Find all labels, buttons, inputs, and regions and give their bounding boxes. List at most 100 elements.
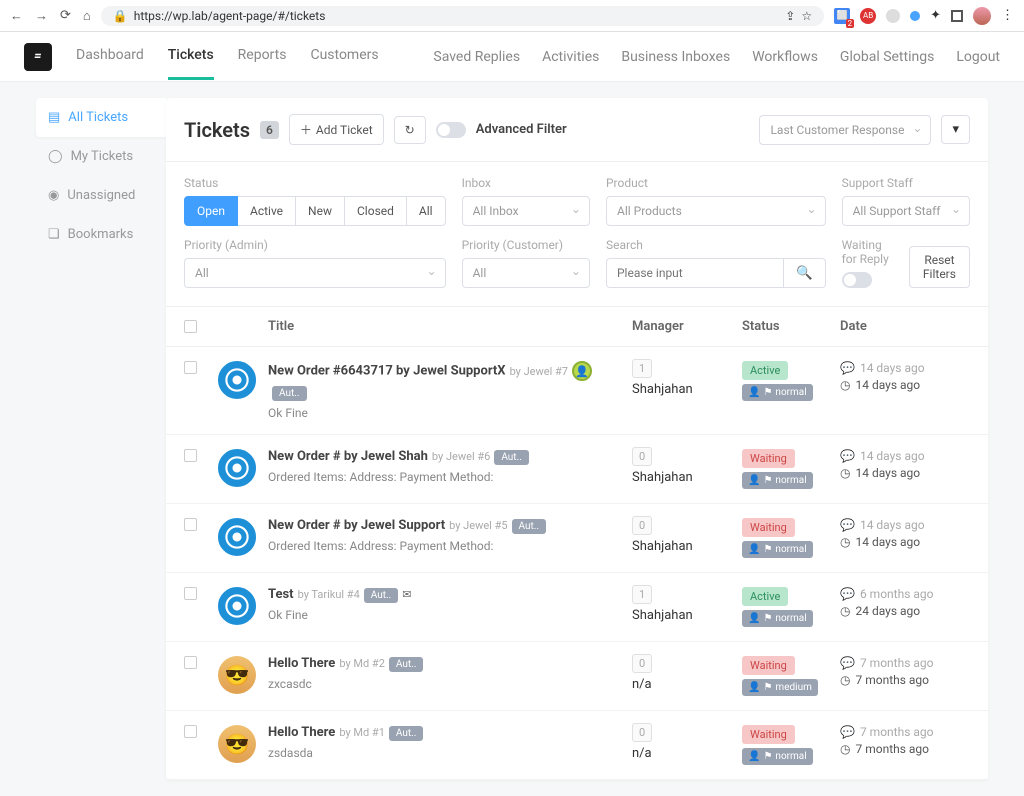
status-new[interactable]: New (295, 196, 345, 226)
search-button[interactable]: 🔍 (784, 258, 826, 288)
status-label: Status (184, 176, 446, 190)
auto-pill: Aut.. (272, 386, 307, 401)
comment-icon: 💬 (840, 725, 855, 739)
auto-pill: Aut.. (494, 450, 529, 465)
clock-icon: ◷ (840, 535, 850, 549)
reply-count: 0 (632, 654, 652, 673)
filters-panel: Status OpenActiveNewClosed All Inbox All … (166, 162, 988, 307)
sidebar-item-bookmarks[interactable]: ❏Bookmarks (36, 215, 166, 254)
staff-select[interactable]: All Support Staff (842, 196, 970, 226)
ext-adblock-icon[interactable]: AB (860, 8, 876, 24)
sidebar-item-unassigned[interactable]: ◉Unassigned (36, 176, 166, 215)
add-ticket-button[interactable]: ＋ Add Ticket (289, 114, 384, 145)
status-closed[interactable]: Closed (344, 196, 407, 226)
table-row[interactable]: 😎Hello Thereby Md #1Aut..zsdasda0n/aWait… (166, 711, 988, 780)
url-bar[interactable]: 🔒 https://wp.lab/agent-page/#/tickets ⇪ … (101, 6, 824, 26)
user-icon: 👤 (748, 613, 760, 624)
status-open[interactable]: Open (184, 196, 238, 226)
table-row[interactable]: 😎Hello Thereby Md #2Aut..zxcasdc0n/aWait… (166, 642, 988, 711)
ext-square-icon[interactable] (951, 10, 963, 22)
table-row[interactable]: New Order # by Jewel Shahby Jewel #6Aut.… (166, 435, 988, 504)
tab-tickets[interactable]: Tickets (168, 33, 214, 80)
product-select[interactable]: All Products (606, 196, 826, 226)
tab-customers[interactable]: Customers (310, 33, 378, 80)
profile-avatar-icon[interactable] (973, 7, 991, 25)
reset-filters-button[interactable]: Reset Filters (909, 246, 970, 288)
browser-menu-icon[interactable]: ⋮ (1001, 8, 1014, 23)
row-checkbox[interactable] (184, 725, 197, 738)
row-checkbox[interactable] (184, 587, 197, 600)
nav-business-inboxes[interactable]: Business Inboxes (621, 49, 730, 65)
staff-label: Support Staff (842, 176, 970, 190)
reload-icon[interactable]: ⟳ (60, 8, 71, 23)
user-icon: 👤 (748, 475, 760, 486)
table-row[interactable]: New Order #6643717 by Jewel SupportXby J… (166, 347, 988, 435)
content-header: Tickets 6 ＋ Add Ticket ↻ Advanced Filter… (166, 98, 988, 162)
table-row[interactable]: New Order # by Jewel Supportby Jewel #5A… (166, 504, 988, 573)
user-icon: 👤 (748, 544, 760, 555)
home-icon[interactable]: ⌂ (83, 8, 91, 24)
manager-name: Shahjahan (632, 382, 742, 397)
reply-date: 💬14 days ago (840, 449, 970, 463)
sidebar-item-all-tickets[interactable]: ▤All Tickets (36, 98, 166, 137)
auto-pill: Aut.. (364, 588, 399, 603)
inbox-select[interactable]: All Inbox (462, 196, 590, 226)
forward-icon[interactable]: → (35, 8, 48, 24)
ext-dot-icon[interactable] (910, 11, 920, 21)
refresh-button[interactable]: ↻ (394, 116, 426, 144)
priority-admin-select[interactable]: All (184, 258, 446, 288)
user-icon: 👤 (748, 751, 760, 762)
page-title: Tickets (184, 118, 250, 142)
status-all[interactable]: All (406, 196, 446, 226)
manager-name: Shahjahan (632, 608, 742, 623)
row-checkbox[interactable] (184, 449, 197, 462)
sidebar-item-my-tickets[interactable]: ◯My Tickets (36, 137, 166, 176)
nav-workflows[interactable]: Workflows (752, 49, 818, 65)
sort-select[interactable]: Last Customer Response (759, 115, 931, 145)
flag-icon: ⚑ (763, 387, 772, 398)
advanced-filter-toggle[interactable] (436, 122, 466, 138)
tab-dashboard[interactable]: Dashboard (76, 33, 144, 80)
col-manager: Manager (632, 319, 742, 334)
nav-activities[interactable]: Activities (542, 49, 599, 65)
status-badge: Active (742, 587, 788, 606)
row-checkbox[interactable] (184, 361, 197, 374)
manager-name: n/a (632, 677, 742, 692)
ext-devtools-icon[interactable]: ⬜2 (834, 8, 850, 24)
ext-g-icon[interactable] (886, 9, 900, 23)
bookmark-icon: ❏ (48, 227, 60, 242)
row-checkbox[interactable] (184, 518, 197, 531)
tab-reports[interactable]: Reports (238, 33, 287, 80)
header-caret-button[interactable]: ▾ (941, 115, 970, 144)
waiting-label: Waiting for Reply (842, 238, 895, 266)
nav-saved-replies[interactable]: Saved Replies (433, 49, 520, 65)
star-icon[interactable]: ☆ (801, 9, 812, 23)
waiting-toggle[interactable] (842, 272, 872, 288)
reply-count: 1 (632, 585, 652, 604)
priority-badge: 👤⚑normal (742, 384, 813, 401)
product-label: Product (606, 176, 826, 190)
reply-date: 💬6 months ago (840, 587, 970, 601)
select-all-checkbox[interactable] (184, 320, 197, 333)
status-badge: Waiting (742, 449, 795, 468)
status-active[interactable]: Active (237, 196, 296, 226)
mail-icon: ✉ (402, 588, 411, 601)
nav-logout[interactable]: Logout (956, 49, 1000, 65)
search-input[interactable] (606, 258, 784, 288)
app-logo[interactable]: = (24, 43, 52, 71)
priority-customer-select[interactable]: All (462, 258, 590, 288)
table-row[interactable]: Testby Tarikul #4Aut..✉Ok Fine1Shahjahan… (166, 573, 988, 642)
clock-icon: ◷ (840, 673, 850, 687)
clock-icon: ◷ (840, 466, 850, 480)
created-date: ◷14 days ago (840, 378, 970, 392)
share-icon[interactable]: ⇪ (785, 9, 795, 23)
flag-icon: ⚑ (763, 544, 772, 555)
created-date: ◷7 months ago (840, 673, 970, 687)
back-icon[interactable]: ← (10, 8, 23, 24)
priority-customer-label: Priority (Customer) (462, 238, 590, 252)
extensions-icon[interactable]: ✦ (930, 8, 941, 23)
row-checkbox[interactable] (184, 656, 197, 669)
nav-global-settings[interactable]: Global Settings (840, 49, 934, 65)
clock-icon: ◷ (840, 742, 850, 756)
priority-badge: 👤⚑normal (742, 472, 813, 489)
